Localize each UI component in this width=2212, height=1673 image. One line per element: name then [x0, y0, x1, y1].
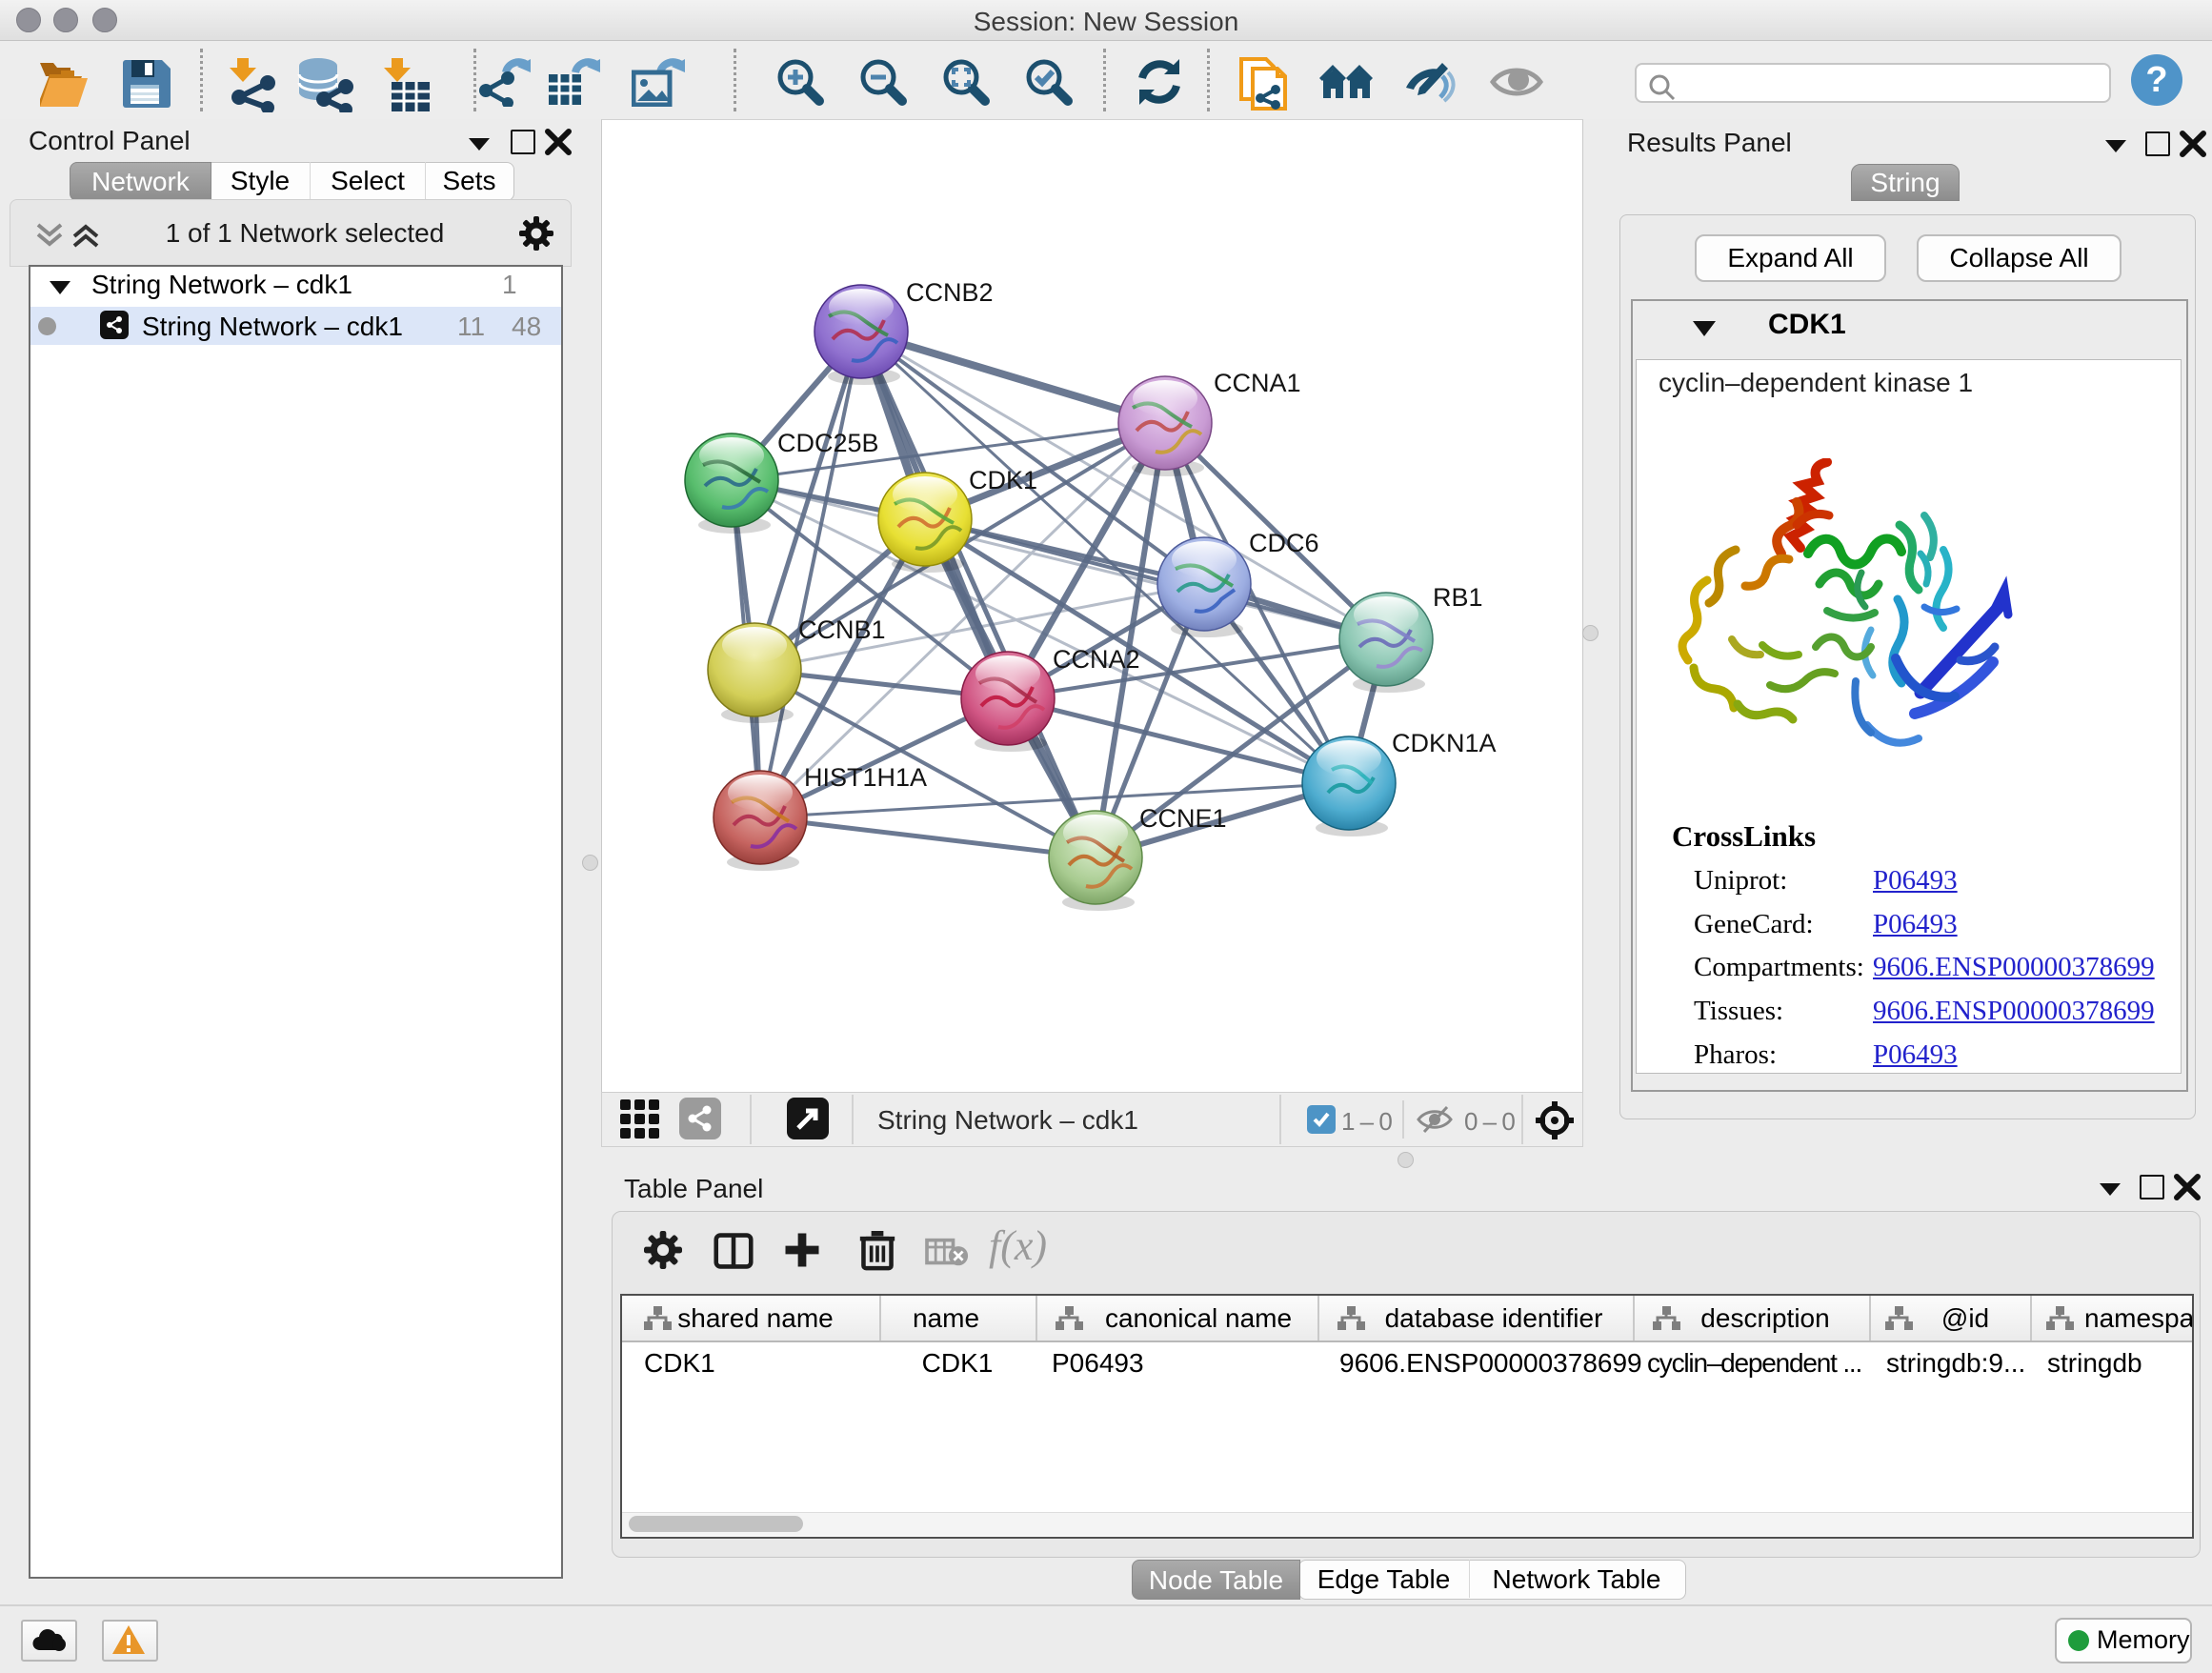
svg-text:HIST1H1A: HIST1H1A [804, 763, 927, 792]
svg-text:CDK1: CDK1 [969, 466, 1037, 494]
svg-text:CDKN1A: CDKN1A [1392, 729, 1497, 757]
svg-text:CDC6: CDC6 [1249, 529, 1319, 557]
svg-text:RB1: RB1 [1433, 583, 1483, 612]
svg-text:CCNB2: CCNB2 [906, 278, 994, 307]
svg-text:CCNB1: CCNB1 [798, 615, 886, 644]
svg-text:CDC25B: CDC25B [777, 429, 879, 457]
svg-text:CCNA2: CCNA2 [1053, 645, 1140, 674]
svg-text:CCNA1: CCNA1 [1214, 369, 1301, 397]
svg-text:CCNE1: CCNE1 [1139, 804, 1227, 833]
